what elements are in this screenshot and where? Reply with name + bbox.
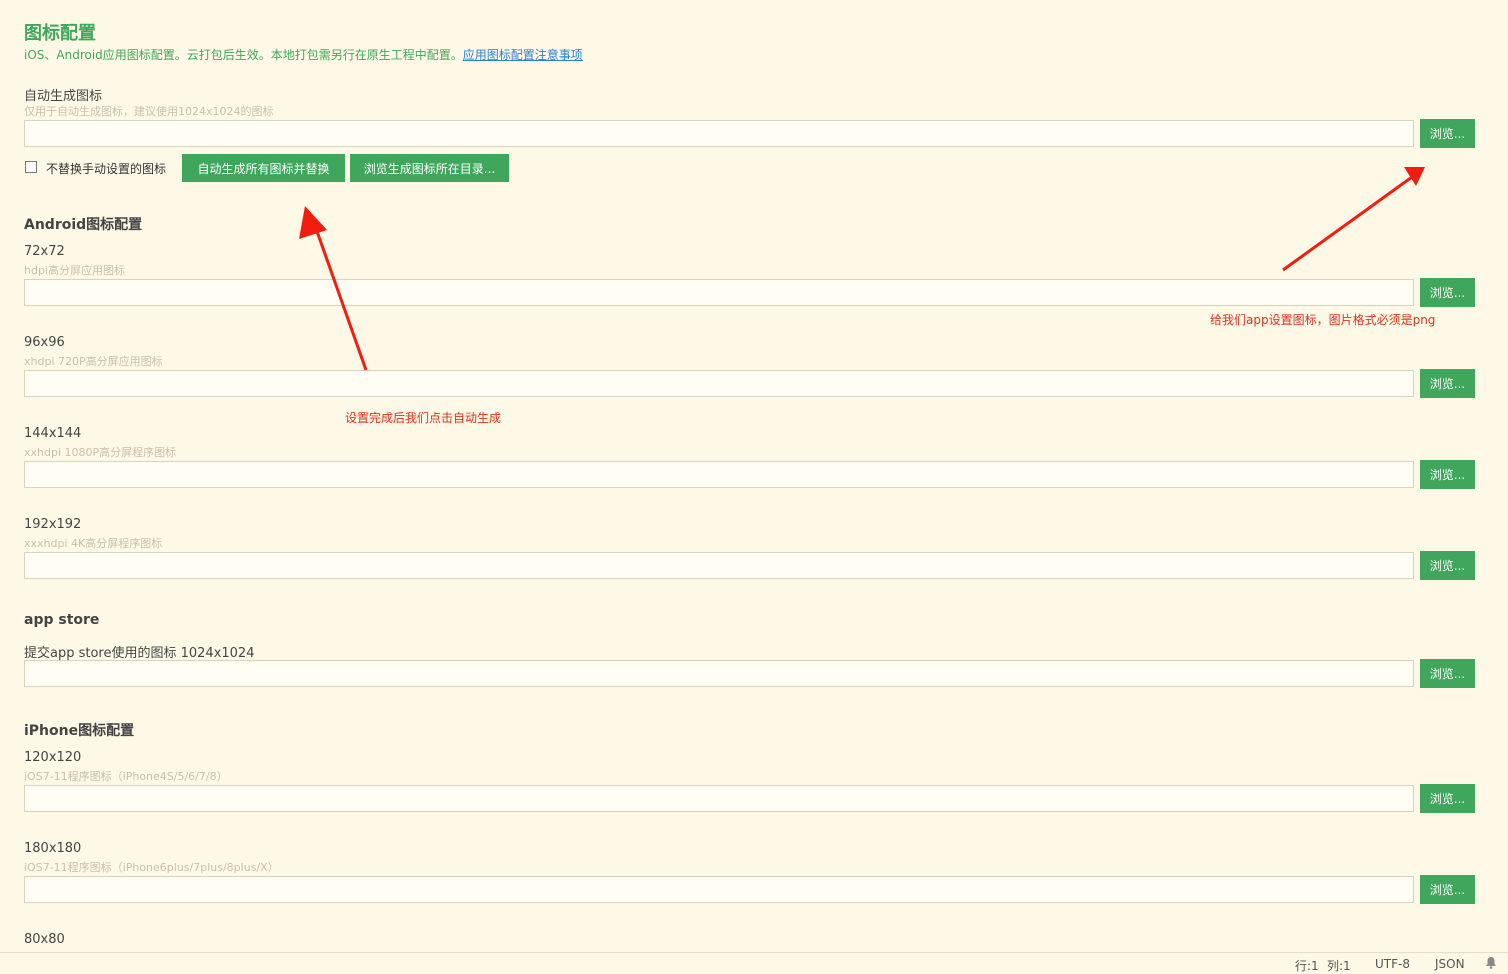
android-72-hint: hdpi高分屏应用图标 — [24, 264, 125, 277]
description-text: iOS、Android应用图标配置。云打包后生效。本地打包需另行在原生工程中配置… — [24, 48, 463, 62]
generate-all-icons-button[interactable]: 自动生成所有图标并替换 — [182, 154, 345, 182]
settings-page: 图标配置 iOS、Android应用图标配置。云打包后生效。本地打包需另行在原生… — [0, 0, 1508, 952]
appstore-section-title: app store — [24, 612, 100, 628]
status-language[interactable]: JSON — [1435, 957, 1465, 971]
android-96-size-label: 96x96 — [24, 335, 65, 350]
iphone-section-title: iPhone图标配置 — [24, 723, 135, 739]
appstore-browse-button[interactable]: 浏览... — [1420, 659, 1475, 688]
iphone-180-hint: iOS7-11程序图标（iPhone6plus/7plus/8plus/X） — [24, 861, 279, 874]
iphone-80-size-label: 80x80 — [24, 932, 65, 947]
iphone-120-hint: iOS7-11程序图标（iPhone4S/5/6/7/8） — [24, 770, 228, 783]
android-192-hint: xxxhdpi 4K高分屏程序图标 — [24, 537, 163, 550]
appstore-path-input[interactable] — [24, 660, 1414, 687]
android-192-path-input[interactable] — [24, 552, 1414, 579]
android-144-browse-button[interactable]: 浏览... — [1420, 460, 1475, 489]
android-72-path-input[interactable] — [24, 279, 1414, 306]
iphone-120-size-label: 120x120 — [24, 750, 82, 765]
icon-config-notes-link[interactable]: 应用图标配置注意事项 — [463, 48, 583, 62]
status-bar: 行:1 列:1 UTF-8 JSON — [0, 952, 1508, 973]
iphone-120-browse-button[interactable]: 浏览... — [1420, 784, 1475, 813]
appstore-icon-label: 提交app store使用的图标 1024x1024 — [24, 646, 255, 661]
keep-manual-icons-checkbox[interactable] — [25, 161, 37, 173]
annotation-set-icon: 给我们app设置图标，图片格式必须是png — [1210, 313, 1436, 327]
android-144-size-label: 144x144 — [24, 426, 82, 441]
android-96-path-input[interactable] — [24, 370, 1414, 397]
page-description: iOS、Android应用图标配置。云打包后生效。本地打包需另行在原生工程中配置… — [24, 46, 583, 63]
status-column: 列:1 — [1327, 959, 1351, 973]
status-line: 行:1 — [1295, 959, 1319, 973]
arrow-to-browse-button — [1282, 167, 1425, 272]
status-encoding[interactable]: UTF-8 — [1375, 957, 1410, 971]
auto-icon-label: 自动生成图标 — [24, 89, 103, 104]
android-72-size-label: 72x72 — [24, 244, 65, 259]
iphone-180-size-label: 180x180 — [24, 841, 82, 856]
android-192-size-label: 192x192 — [24, 517, 82, 532]
page-title: 图标配置 — [24, 23, 96, 44]
keep-manual-icons-label: 不替换手动设置的图标 — [46, 162, 167, 176]
iphone-180-browse-button[interactable]: 浏览... — [1420, 875, 1475, 904]
android-72-browse-button[interactable]: 浏览... — [1420, 278, 1475, 307]
android-section-title: Android图标配置 — [24, 217, 143, 233]
iphone-180-path-input[interactable] — [24, 876, 1414, 903]
android-96-browse-button[interactable]: 浏览... — [1420, 369, 1475, 398]
open-icons-dir-button[interactable]: 浏览生成图标所在目录... — [350, 154, 509, 182]
android-144-path-input[interactable] — [24, 461, 1414, 488]
android-96-hint: xhdpi 720P高分屏应用图标 — [24, 355, 163, 368]
auto-icon-browse-button[interactable]: 浏览... — [1420, 119, 1475, 148]
annotation-auto-generate: 设置完成后我们点击自动生成 — [345, 411, 502, 425]
android-144-hint: xxhdpi 1080P高分屏程序图标 — [24, 446, 177, 459]
android-192-browse-button[interactable]: 浏览... — [1420, 551, 1475, 580]
auto-icon-path-input[interactable] — [24, 120, 1414, 147]
iphone-120-path-input[interactable] — [24, 785, 1414, 812]
bell-icon[interactable] — [1485, 956, 1497, 972]
auto-icon-hint: 仅用于自动生成图标，建议使用1024x1024的图标 — [24, 105, 274, 118]
